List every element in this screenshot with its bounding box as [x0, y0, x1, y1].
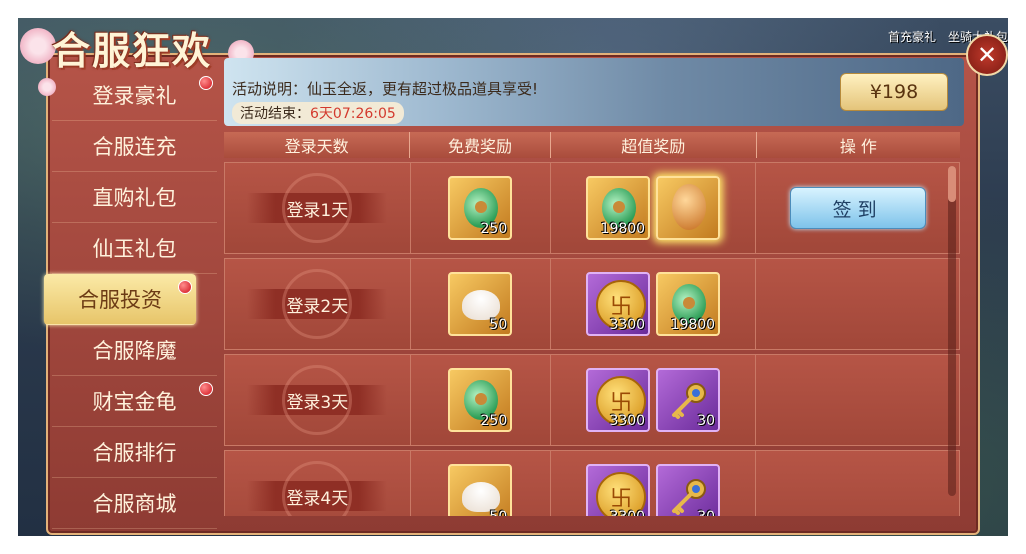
sidebar-item[interactable]: 财宝金龟	[52, 376, 217, 427]
premium-reward-cell: 卐 3300 19800	[551, 259, 757, 349]
ring-decoration	[282, 269, 353, 339]
reward-item[interactable]: 卐3300	[586, 272, 651, 336]
action-cell	[756, 259, 959, 349]
event-banner: 活动说明：仙玉全返，更有超过极品道具享受! 活动结束：6天07:26:05 ¥1…	[224, 58, 964, 126]
egg-icon	[672, 184, 707, 230]
reward-item[interactable]: 19800	[586, 176, 651, 240]
header-premium: 超值奖励	[551, 132, 757, 158]
reward-quantity: 3300	[609, 317, 646, 333]
reward-item[interactable]: 250	[448, 176, 513, 240]
free-reward-cell: 250	[411, 163, 551, 253]
first-charge-label[interactable]: 首充豪礼	[888, 28, 936, 45]
table-row: 登录1天 250 19800 签到	[224, 162, 960, 254]
sidebar-item-label: 仙玉礼包	[92, 237, 177, 261]
reward-quantity: 19800	[600, 221, 646, 237]
reward-table: 登录天数 免费奖励 超值奖励 操 作 登录1天 250 19800 签到登录2天 50 卐…	[224, 132, 960, 516]
reward-quantity: 50	[489, 317, 508, 333]
sidebar-item-label: 合服排行	[92, 441, 177, 465]
reward-quantity: 50	[489, 509, 507, 516]
sidebar-item-label: 合服商城	[92, 492, 177, 516]
header-action: 操 作	[839, 137, 877, 156]
action-cell: 签到	[756, 163, 959, 253]
reward-item[interactable]: 30	[656, 464, 721, 516]
reward-item[interactable]: 卐3300	[586, 464, 651, 516]
reward-quantity: 3300	[609, 413, 646, 429]
action-cell	[756, 451, 959, 516]
premium-reward-cell: 19800	[551, 163, 757, 253]
scroll-thumb[interactable]	[948, 166, 956, 202]
free-reward-cell: 50	[411, 259, 551, 349]
reward-quantity: 250	[480, 221, 508, 237]
blossom-decoration	[20, 28, 56, 64]
ring-decoration	[282, 365, 353, 435]
premium-reward-cell: 卐3300 30	[551, 355, 757, 445]
sidebar-item-label: 合服连充	[92, 135, 177, 159]
sidebar-item[interactable]: 合服连充	[52, 121, 217, 172]
day-cell: 登录1天	[225, 163, 411, 253]
sidebar-item-label: 财宝金龟	[92, 390, 177, 414]
day-cell: 登录3天	[225, 355, 411, 445]
free-reward-cell: 250	[411, 355, 551, 445]
ring-decoration	[282, 173, 353, 243]
reward-item[interactable]: 50	[448, 464, 513, 516]
event-description: 活动说明：仙玉全返，更有超过极品道具享受!	[232, 80, 539, 98]
reward-quantity: 250	[480, 413, 508, 429]
price-button[interactable]: ¥198	[840, 73, 948, 111]
table-row: 登录3天 250 卐 3300 30	[224, 354, 960, 446]
close-icon: ✕	[976, 41, 998, 69]
game-scene: 首充豪礼 坐骑大礼包 合服狂欢 ✕ 登录豪礼合服连充直购礼包仙玉礼包合服投资合服…	[18, 18, 1008, 536]
sidebar-item-label: 合服投资	[78, 288, 162, 312]
countdown-time: 6天07:26:05	[310, 106, 396, 122]
sidebar-item-label: 登录豪礼	[92, 84, 177, 108]
sidebar-item[interactable]: 合服降魔	[52, 325, 217, 376]
reward-quantity: 3300	[609, 509, 645, 516]
reward-quantity: 30	[697, 509, 715, 516]
sidebar-item[interactable]: 仙玉礼包	[52, 223, 217, 274]
reward-quantity: 30	[697, 413, 716, 429]
bun-icon	[462, 482, 501, 512]
reward-item[interactable]: 卐3300	[586, 368, 651, 432]
sidebar-item[interactable]: 合服排行	[52, 427, 217, 478]
sidebar-item[interactable]: 登录豪礼	[52, 70, 217, 121]
notification-dot-icon	[178, 280, 192, 294]
sidebar-item[interactable]: 合服商城	[52, 478, 217, 529]
action-cell	[756, 355, 959, 445]
panel-title: 合服狂欢	[52, 28, 213, 73]
day-cell: 登录2天	[225, 259, 411, 349]
table-header: 登录天数 免费奖励 超值奖励 操 作	[224, 132, 960, 158]
notification-dot-icon	[199, 76, 213, 90]
free-reward-cell: 50	[411, 451, 551, 516]
notification-dot-icon	[199, 382, 213, 396]
table-row: 登录2天 50 卐 3300 19800	[224, 258, 960, 350]
bun-icon	[462, 290, 501, 320]
sidebar-item[interactable]: 直购礼包	[52, 172, 217, 223]
reward-item[interactable]: 250	[448, 368, 513, 432]
sidebar: 登录豪礼合服连充直购礼包仙玉礼包合服投资合服降魔财宝金龟合服排行合服商城	[44, 70, 217, 529]
event-countdown: 活动结束：6天07:26:05	[232, 102, 404, 124]
reward-item[interactable]	[656, 176, 721, 240]
sidebar-item-label: 合服降魔	[92, 339, 177, 363]
reward-item[interactable]: 50	[448, 272, 513, 336]
sidebar-item-label: 直购礼包	[92, 186, 177, 210]
close-button[interactable]: ✕	[966, 34, 1008, 76]
countdown-label: 活动结束：	[240, 106, 310, 122]
header-days: 登录天数	[224, 132, 411, 158]
reward-item[interactable]: 19800	[656, 272, 721, 336]
day-cell: 登录4天	[225, 451, 411, 516]
header-free: 免费奖励	[410, 132, 551, 158]
sidebar-item[interactable]: 合服投资	[44, 274, 196, 325]
table-row: 登录4天 50 卐3300 30	[224, 450, 960, 516]
sign-in-button[interactable]: 签到	[789, 187, 926, 229]
premium-reward-cell: 卐3300 30	[551, 451, 757, 516]
table-scrollbar[interactable]	[948, 166, 956, 496]
reward-item[interactable]: 30	[656, 368, 721, 432]
ring-decoration	[282, 461, 353, 516]
reward-quantity: 19800	[670, 317, 716, 333]
